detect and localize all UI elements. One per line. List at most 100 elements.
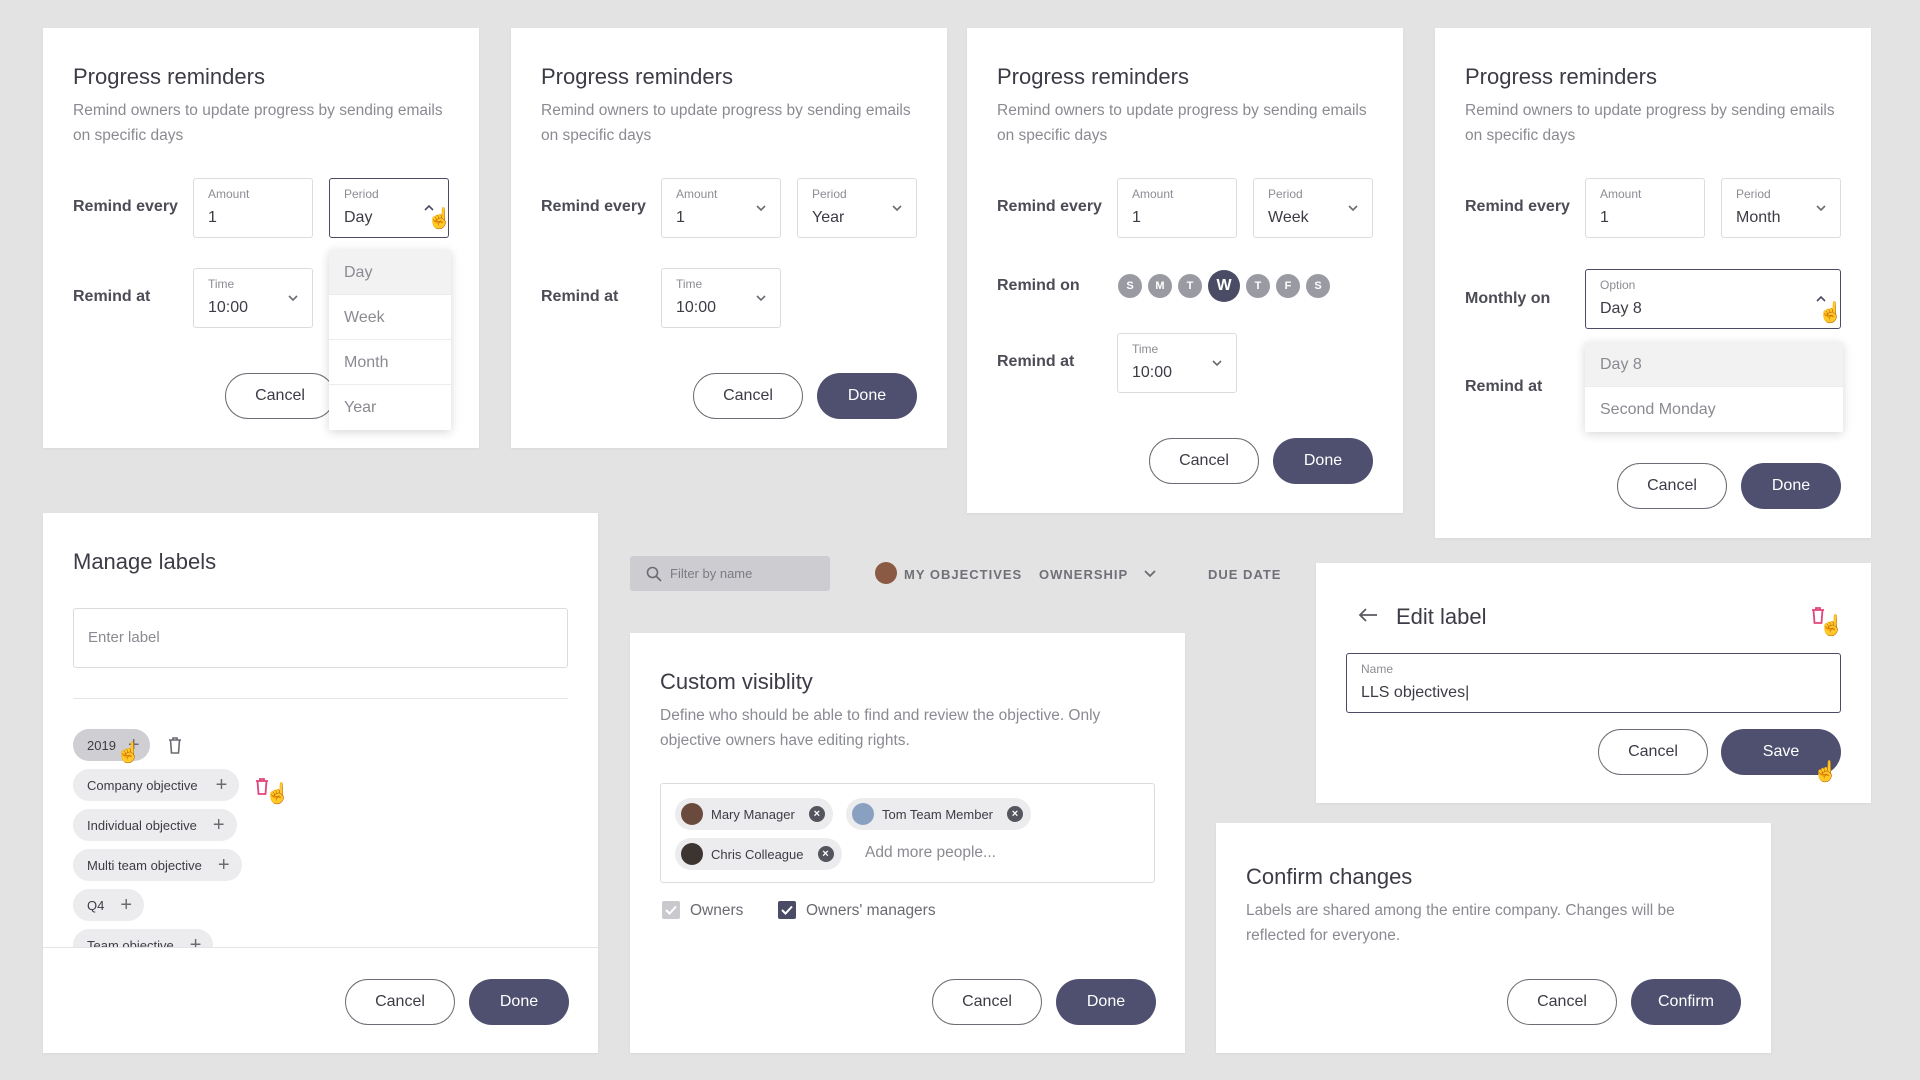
done-button[interactable]: Done bbox=[469, 979, 569, 1025]
card-title: Progress reminders bbox=[997, 64, 1189, 89]
label-chip-text: Individual objective bbox=[87, 817, 197, 833]
avatar bbox=[875, 562, 897, 584]
remind-at-label: Remind at bbox=[1465, 378, 1543, 395]
menu-item-day-8[interactable]: Day 8 bbox=[1585, 342, 1843, 387]
monthly-on-label: Monthly on bbox=[1465, 290, 1551, 307]
done-button[interactable]: Done bbox=[1056, 979, 1156, 1025]
remind-at-label: Remind at bbox=[541, 288, 619, 305]
cancel-button[interactable]: Cancel bbox=[345, 979, 455, 1025]
period-select[interactable]: Period Month bbox=[1721, 178, 1841, 238]
plus-icon[interactable]: + bbox=[216, 774, 228, 797]
confirm-changes-card: Confirm changes Labels are shared among … bbox=[1216, 823, 1771, 1053]
remind-every-label: Remind every bbox=[73, 198, 178, 215]
owners-label: Owners bbox=[690, 902, 744, 919]
time-value: 10:00 bbox=[1132, 364, 1173, 381]
chevron-down-icon bbox=[892, 205, 902, 212]
remove-icon[interactable]: × bbox=[817, 846, 834, 862]
amount-value: 1 bbox=[676, 209, 685, 226]
search-input[interactable]: Filter by name bbox=[630, 556, 830, 591]
cancel-button[interactable]: Cancel bbox=[225, 373, 335, 419]
cancel-button[interactable]: Cancel bbox=[693, 373, 803, 419]
visibility-description: Define who should be able to find and re… bbox=[660, 707, 1101, 749]
day-toggle-tuesday[interactable]: T bbox=[1178, 274, 1202, 298]
label-chip-team-objective[interactable]: Team objective + bbox=[73, 929, 214, 948]
day-toggle-sunday[interactable]: S bbox=[1118, 274, 1142, 298]
menu-item-day[interactable]: Day bbox=[329, 250, 451, 295]
period-select[interactable]: Period Year bbox=[797, 178, 917, 238]
amount-label: Amount bbox=[676, 187, 718, 201]
period-label: Period bbox=[1268, 187, 1303, 201]
menu-item-second-monday[interactable]: Second Monday bbox=[1585, 387, 1843, 432]
period-label: Period bbox=[344, 187, 379, 201]
cancel-button[interactable]: Cancel bbox=[1149, 438, 1259, 484]
owners-checkbox[interactable] bbox=[662, 901, 680, 919]
back-arrow-icon[interactable] bbox=[1358, 607, 1378, 623]
owners-managers-label: Owners' managers bbox=[806, 902, 936, 919]
hand-cursor-icon: ☝ bbox=[1818, 302, 1843, 324]
cancel-button[interactable]: Cancel bbox=[1598, 729, 1708, 775]
add-more-people-input[interactable]: Add more people... bbox=[865, 844, 996, 862]
option-select[interactable]: Option Day 8 bbox=[1585, 269, 1841, 329]
filter-my-objectives[interactable]: MY OBJECTIVES bbox=[904, 567, 1022, 582]
confirm-button[interactable]: Confirm bbox=[1631, 979, 1741, 1025]
checkmark-icon bbox=[781, 905, 793, 915]
amount-input[interactable]: Amount 1 bbox=[193, 178, 313, 238]
menu-item-month[interactable]: Month bbox=[329, 340, 451, 385]
time-select[interactable]: Time 10:00 bbox=[661, 268, 781, 328]
card-title: Progress reminders bbox=[73, 64, 265, 89]
plus-icon[interactable]: + bbox=[190, 934, 202, 948]
checkmark-icon bbox=[665, 905, 677, 915]
day-toggle-thursday[interactable]: T bbox=[1246, 274, 1270, 298]
menu-item-week[interactable]: Week bbox=[329, 295, 451, 340]
chevron-down-icon[interactable] bbox=[1144, 569, 1156, 579]
time-select[interactable]: Time 10:00 bbox=[193, 268, 313, 328]
card-description: Remind owners to update progress by send… bbox=[1465, 102, 1835, 144]
remind-every-label: Remind every bbox=[997, 198, 1102, 215]
amount-input[interactable]: Amount 1 bbox=[1585, 178, 1705, 238]
day-toggle-saturday[interactable]: S bbox=[1306, 274, 1330, 298]
period-select[interactable]: Period Week bbox=[1253, 178, 1373, 238]
plus-icon[interactable]: + bbox=[213, 814, 225, 837]
label-chip-company-objective[interactable]: Company objective + bbox=[73, 769, 240, 801]
hand-cursor-icon: ☝ bbox=[116, 742, 141, 764]
label-chip-multi-team-objective[interactable]: Multi team objective + bbox=[73, 849, 242, 881]
amount-select[interactable]: Amount 1 bbox=[661, 178, 781, 238]
people-picker[interactable]: Mary Manager × Tom Team Member × Chris C… bbox=[660, 783, 1155, 883]
done-button[interactable]: Done bbox=[817, 373, 917, 419]
trash-icon[interactable] bbox=[167, 736, 183, 754]
time-select[interactable]: Time 10:00 bbox=[1117, 333, 1237, 393]
owners-managers-checkbox[interactable] bbox=[778, 901, 796, 919]
plus-icon[interactable]: + bbox=[120, 894, 132, 917]
time-label: Time bbox=[208, 277, 235, 291]
label-chip-individual-objective[interactable]: Individual objective + bbox=[73, 809, 237, 841]
day-toggle-wednesday[interactable]: W bbox=[1208, 270, 1240, 302]
plus-icon[interactable]: + bbox=[218, 854, 230, 877]
cancel-button[interactable]: Cancel bbox=[1617, 463, 1727, 509]
card-description: Remind owners to update progress by send… bbox=[997, 102, 1367, 144]
avatar bbox=[852, 803, 874, 825]
hand-cursor-icon: ☝ bbox=[1813, 761, 1838, 783]
label-chip-q4[interactable]: Q4 + bbox=[73, 889, 145, 921]
day-toggle-monday[interactable]: M bbox=[1148, 274, 1172, 298]
label-chip-text: 2019 bbox=[87, 737, 116, 753]
chevron-down-icon bbox=[288, 295, 298, 302]
cancel-button[interactable]: Cancel bbox=[1507, 979, 1617, 1025]
labels-list: 2019 + ☝ Company objective + ☝ Individua… bbox=[43, 513, 598, 947]
filter-ownership[interactable]: OWNERSHIP bbox=[1039, 567, 1128, 582]
person-chip-tom-team-member: Tom Team Member × bbox=[846, 798, 1032, 830]
option-dropdown-menu: Day 8 Second Monday bbox=[1585, 342, 1843, 432]
name-input[interactable]: Name LLS objectives| bbox=[1346, 653, 1841, 713]
time-value: 10:00 bbox=[676, 299, 717, 316]
period-value: Year bbox=[812, 209, 845, 226]
menu-item-year[interactable]: Year bbox=[329, 385, 451, 430]
hand-cursor-icon: ☝ bbox=[427, 208, 452, 230]
remove-icon[interactable]: × bbox=[1007, 806, 1024, 822]
cancel-button[interactable]: Cancel bbox=[932, 979, 1042, 1025]
done-button[interactable]: Done bbox=[1273, 438, 1373, 484]
remove-icon[interactable]: × bbox=[808, 806, 825, 822]
amount-input[interactable]: Amount 1 bbox=[1117, 178, 1237, 238]
done-button[interactable]: Done bbox=[1741, 463, 1841, 509]
filter-due-date[interactable]: DUE DATE bbox=[1208, 567, 1281, 582]
day-toggle-friday[interactable]: F bbox=[1276, 274, 1300, 298]
search-placeholder: Filter by name bbox=[670, 566, 753, 581]
